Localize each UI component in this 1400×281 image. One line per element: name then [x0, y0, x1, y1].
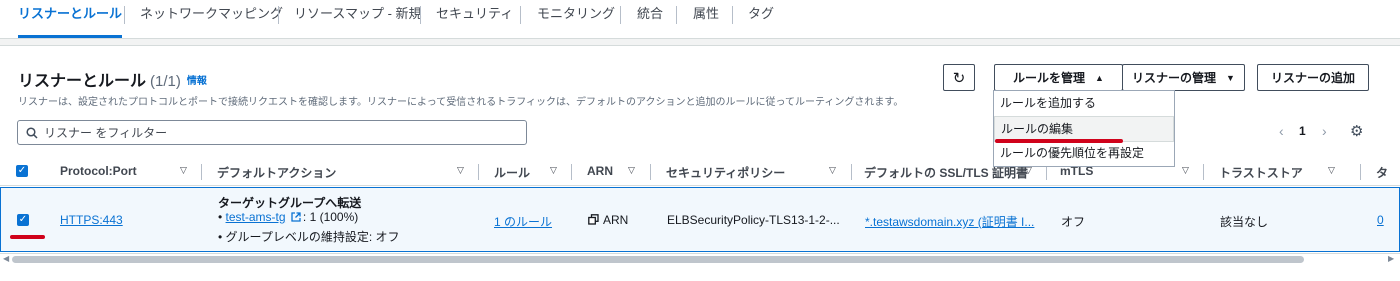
arn-label: ARN: [603, 213, 629, 227]
sort-icon[interactable]: ▽: [829, 165, 836, 176]
column-header-tags[interactable]: タ: [1376, 164, 1388, 181]
column-header-security-policy[interactable]: セキュリティポリシー: [666, 164, 785, 181]
truststore-value: 該当なし: [1220, 215, 1269, 229]
filter-input[interactable]: [44, 125, 514, 140]
next-page-button[interactable]: ›: [1322, 123, 1327, 139]
column-divider[interactable]: [851, 164, 852, 180]
sort-icon[interactable]: ▽: [628, 165, 635, 176]
sort-icon[interactable]: ▽: [180, 165, 187, 176]
caret-up-icon: ▲: [1095, 72, 1104, 83]
sort-icon[interactable]: ▽: [1328, 165, 1335, 176]
security-policy-value: ELBSecurityPolicy-TLS13-1-2-...: [667, 213, 840, 227]
add-listener-label: リスナーの追加: [1270, 71, 1355, 85]
tab-divider: [278, 6, 279, 24]
tab-divider: [124, 6, 125, 24]
stickiness-line: • グループレベルの維持設定: オフ: [218, 228, 400, 245]
add-listener-button[interactable]: リスナーの追加: [1257, 64, 1369, 91]
annotation-underline: [995, 139, 1123, 143]
search-icon: [26, 126, 38, 139]
column-header-rules[interactable]: ルール: [494, 164, 530, 181]
scroll-thumb[interactable]: [12, 256, 1304, 263]
tab-integrations[interactable]: 統合: [637, 0, 663, 38]
info-link[interactable]: 情報: [187, 76, 207, 87]
table-row[interactable]: ✓ HTTPS:443 ターゲットグループへ転送 • test-ams-tg :…: [0, 187, 1400, 252]
column-header-arn[interactable]: ARN: [587, 164, 613, 178]
stickiness-setting: グループレベルの維持設定: オフ: [225, 230, 400, 244]
tab-divider: [620, 6, 621, 24]
tab-divider: [732, 6, 733, 24]
manage-rules-menu: ルールを追加する ルールの編集 ルールの優先順位を再設定: [993, 90, 1175, 167]
tab-monitoring[interactable]: モニタリング: [537, 0, 615, 38]
panel-count: (1/1): [150, 73, 181, 90]
sort-icon[interactable]: ▽: [457, 165, 464, 176]
column-divider[interactable]: [1203, 164, 1204, 180]
tab-divider: [520, 6, 521, 24]
scroll-left-icon[interactable]: ◀: [3, 254, 9, 263]
manage-listener-label: リスナーの管理: [1132, 71, 1217, 85]
scroll-right-icon[interactable]: ▶: [1388, 254, 1394, 263]
mtls-value: オフ: [1061, 215, 1086, 229]
certificate-link[interactable]: *.testawsdomain.xyz (証明書 I...: [865, 213, 1034, 230]
refresh-icon: ↻: [952, 69, 966, 87]
menu-item-reprioritize-rules[interactable]: ルールの優先順位を再設定: [994, 141, 1174, 167]
annotation-underline: [10, 235, 45, 239]
target-group-link[interactable]: test-ams-tg: [226, 210, 286, 224]
listeners-panel: リスナーとルール (1/1) 情報 リスナーは、設定されたプロトコルとポートで接続リ…: [0, 45, 1400, 281]
current-page[interactable]: 1: [1299, 124, 1306, 138]
tab-resource-map[interactable]: リソースマップ - 新規: [294, 0, 422, 38]
panel-title: リスナーとルール (1/1) 情報: [18, 67, 207, 91]
tab-network-mapping[interactable]: ネットワークマッピング: [140, 0, 283, 38]
select-all-checkbox[interactable]: ✓: [16, 165, 28, 177]
copy-icon[interactable]: [588, 214, 599, 225]
filter-box: [17, 120, 527, 145]
column-divider[interactable]: [650, 164, 651, 180]
tab-security[interactable]: セキュリティ: [436, 0, 513, 38]
rules-link[interactable]: 1 のルール: [494, 213, 552, 230]
protocol-port-link[interactable]: HTTPS:443: [60, 213, 123, 227]
sort-icon[interactable]: ▽: [1182, 165, 1189, 176]
target-weight: : 1 (100%): [302, 210, 359, 224]
column-divider[interactable]: [571, 164, 572, 180]
horizontal-scrollbar[interactable]: ◀ ▶: [0, 253, 1400, 264]
tab-bar: リスナーとルール ネットワークマッピング リソースマップ - 新規 セキュリティ…: [0, 0, 1400, 39]
default-action-title: ターゲットグループへ転送: [218, 196, 362, 210]
prev-page-button[interactable]: ‹: [1279, 123, 1284, 139]
tags-link[interactable]: 0: [1377, 213, 1384, 227]
sort-icon[interactable]: ▽: [550, 165, 557, 176]
bullet: •: [218, 230, 226, 244]
manage-listener-button[interactable]: リスナーの管理 ▼: [1122, 64, 1245, 91]
column-header-truststore[interactable]: トラストストア: [1219, 164, 1303, 181]
tab-listeners-and-rules[interactable]: リスナーとルール: [18, 0, 123, 38]
panel-title-text: リスナーとルール: [18, 73, 147, 90]
column-header-default-action[interactable]: デフォルトアクション: [217, 164, 336, 181]
gear-icon[interactable]: ⚙: [1350, 122, 1363, 140]
tab-divider: [676, 6, 677, 24]
column-divider[interactable]: [1360, 164, 1361, 180]
refresh-button[interactable]: ↻: [943, 64, 975, 91]
table-header: ✓ Protocol:Port ▽ デフォルトアクション ▽ ルール ▽ ARN…: [0, 156, 1400, 186]
arn-copy[interactable]: ARN: [588, 213, 628, 227]
tab-divider: [420, 6, 421, 24]
external-link-icon[interactable]: [291, 212, 301, 222]
manage-rules-button[interactable]: ルールを管理 ▲: [994, 64, 1123, 91]
menu-item-add-rule[interactable]: ルールを追加する: [994, 91, 1174, 117]
column-divider[interactable]: [478, 164, 479, 180]
manage-rules-label: ルールを管理: [1013, 71, 1086, 85]
caret-down-icon: ▼: [1226, 72, 1235, 83]
bullet: •: [218, 210, 226, 224]
tab-tags[interactable]: タグ: [748, 0, 774, 38]
column-header-protocol-port[interactable]: Protocol:Port: [60, 164, 137, 178]
row-checkbox[interactable]: ✓: [17, 214, 29, 226]
tab-attributes[interactable]: 属性: [693, 0, 719, 38]
panel-description: リスナーは、設定されたプロトコルとポートで接続リクエストを確認します。リスナーに…: [18, 97, 904, 108]
target-group-line: • test-ams-tg : 1 (100%): [218, 210, 358, 224]
column-divider[interactable]: [201, 164, 202, 180]
